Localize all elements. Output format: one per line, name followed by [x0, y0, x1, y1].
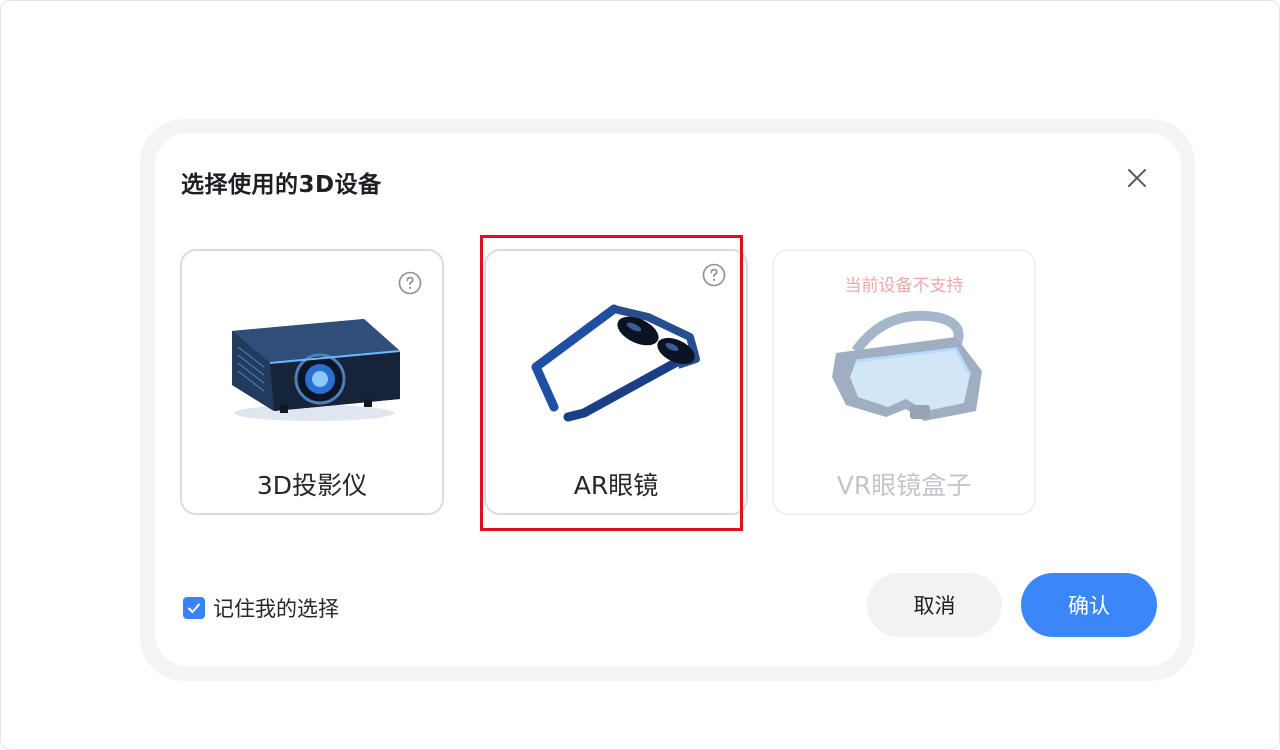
- vr-headset-icon: [806, 301, 1006, 441]
- device-card-vr-headset: 当前设备不支持 VR眼镜盒子: [772, 249, 1036, 515]
- device-label: 3D投影仪: [256, 471, 368, 500]
- checkbox-checked-icon[interactable]: [183, 597, 205, 619]
- remember-choice-checkbox[interactable]: 记住我的选择: [183, 593, 339, 623]
- device-card-projector[interactable]: 3D投影仪: [180, 249, 444, 515]
- remember-choice-label: 记住我的选择: [213, 597, 339, 621]
- cancel-button[interactable]: 取消: [867, 573, 1002, 637]
- ar-glasses-icon: [518, 297, 718, 437]
- question-circle-icon[interactable]: [702, 263, 726, 287]
- device-card-ar-glasses[interactable]: AR眼镜: [484, 249, 748, 515]
- dialog-title: 选择使用的3D设备: [181, 172, 382, 198]
- device-label: AR眼镜: [573, 471, 659, 500]
- projector-icon: [214, 301, 414, 441]
- unsupported-notice: 当前设备不支持: [844, 276, 964, 296]
- device-label: VR眼镜盒子: [836, 471, 972, 500]
- close-icon[interactable]: [1125, 166, 1149, 190]
- confirm-button[interactable]: 确认: [1021, 573, 1157, 637]
- question-circle-icon[interactable]: [398, 271, 422, 295]
- device-select-dialog: 选择使用的3D设备 3D投影仪 AR眼镜 当前设备不支持 VR眼镜盒子 记住我的…: [155, 133, 1181, 666]
